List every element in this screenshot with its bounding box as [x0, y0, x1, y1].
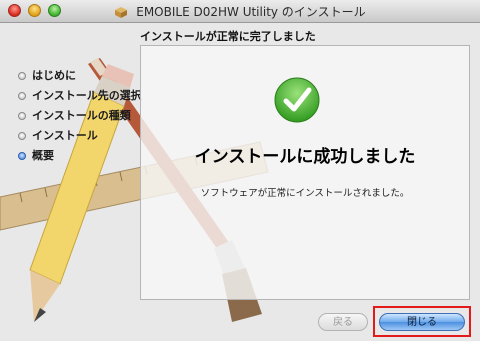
step-bullet-icon [18, 132, 26, 140]
step-label: はじめに [32, 69, 76, 82]
step-label: インストールの種類 [32, 109, 131, 122]
close-button-highlight [373, 306, 471, 337]
step-bullet-icon [18, 92, 26, 100]
back-button[interactable]: 戻る [318, 313, 368, 331]
step-label: インストール [32, 129, 98, 142]
step-bullet-icon [18, 72, 26, 80]
step-label: インストール先の選択 [32, 89, 142, 102]
step-label: 概要 [32, 149, 54, 162]
success-detail: ソフトウェアが正常にインストールされました。 [200, 188, 410, 199]
step-introduction: はじめに [18, 66, 142, 86]
step-install-type: インストールの種類 [18, 106, 142, 126]
step-bullet-icon [18, 112, 26, 120]
step-installation: インストール [18, 126, 142, 146]
step-summary: 概要 [18, 146, 142, 166]
installer-window: EMOBILE D02HW Utility のインストール インストールが正常に… [0, 0, 480, 341]
package-icon [115, 7, 128, 18]
title-bar: EMOBILE D02HW Utility のインストール [0, 0, 480, 23]
step-destination: インストール先の選択 [18, 86, 142, 106]
content-panel: インストールに成功しました ソフトウェアが正常にインストールされました。 [140, 45, 470, 300]
step-bullet-active-icon [18, 152, 26, 160]
checkmark-icon [274, 77, 320, 123]
success-heading: インストールに成功しました [194, 147, 416, 167]
page-subtitle: インストールが正常に完了しました [140, 30, 316, 43]
installer-steps: はじめに インストール先の選択 インストールの種類 インストール 概要 [18, 66, 142, 166]
window-title-wrap: EMOBILE D02HW Utility のインストール [0, 3, 480, 20]
window-title: EMOBILE D02HW Utility のインストール [136, 5, 366, 19]
